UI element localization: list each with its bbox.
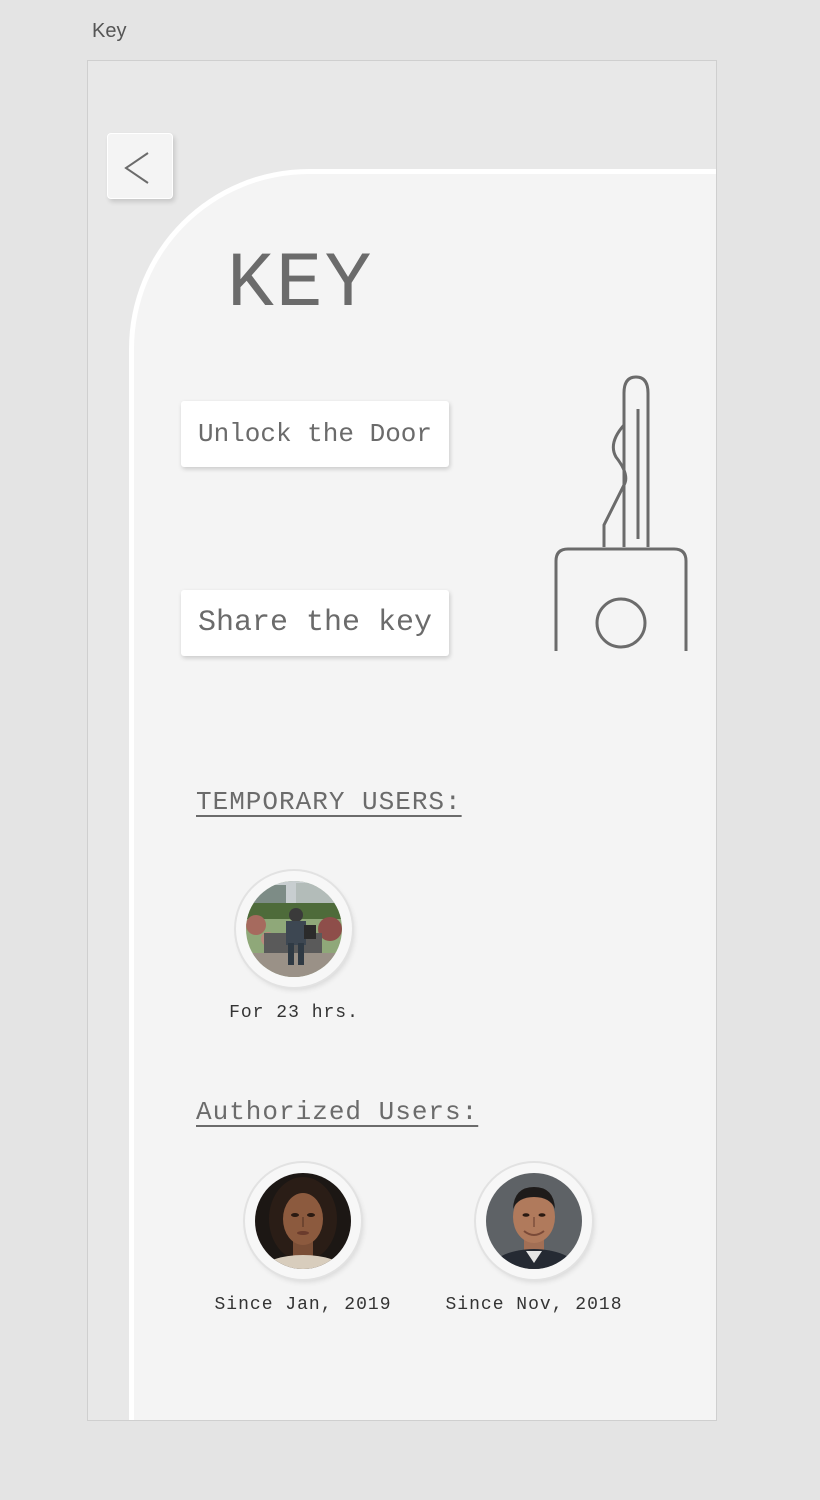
phone-frame: KEY Unlock the Door Share the key TEMPOR…	[87, 60, 717, 1421]
authorized-user[interactable]: Since Jan, 2019	[203, 1163, 403, 1315]
key-icon	[554, 375, 688, 651]
chevron-left-icon	[124, 152, 149, 184]
authorized-user[interactable]: Since Nov, 2018	[434, 1163, 634, 1315]
authorized-users-heading: Authorized Users:	[196, 1097, 479, 1127]
user-photo-man	[486, 1173, 582, 1269]
temporary-user[interactable]: For 23 hrs.	[194, 871, 394, 1023]
page-title: KEY	[227, 241, 374, 329]
artboard-label: Key	[92, 20, 127, 42]
user-caption: For 23 hrs.	[229, 1003, 359, 1023]
user-caption: Since Jan, 2019	[214, 1295, 392, 1315]
user-photo-park-bench	[246, 881, 342, 977]
back-button[interactable]	[107, 133, 173, 199]
avatar	[236, 871, 352, 987]
unlock-door-button[interactable]: Unlock the Door	[181, 401, 449, 467]
user-photo-woman	[255, 1173, 351, 1269]
user-caption: Since Nov, 2018	[445, 1295, 623, 1315]
avatar	[476, 1163, 592, 1279]
share-key-button[interactable]: Share the key	[181, 590, 449, 656]
temporary-users-heading: TEMPORARY USERS:	[196, 787, 462, 817]
avatar	[245, 1163, 361, 1279]
